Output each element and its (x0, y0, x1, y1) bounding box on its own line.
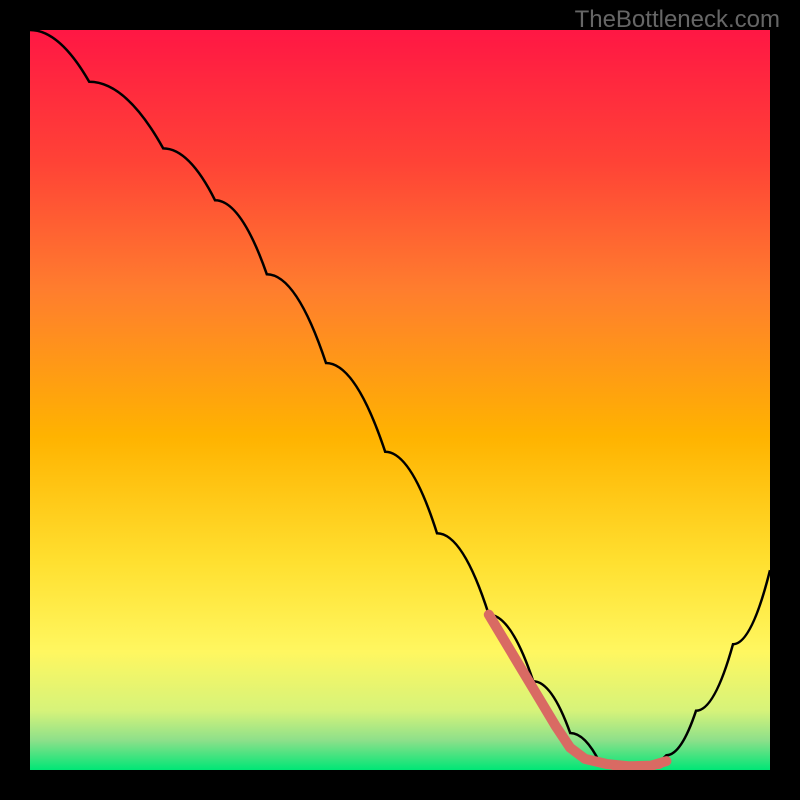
curve-layer (30, 30, 770, 770)
bottleneck-curve (30, 30, 770, 770)
plot-area (30, 30, 770, 770)
watermark-text: TheBottleneck.com (575, 6, 780, 34)
chart-container: TheBottleneck.com (0, 0, 800, 800)
